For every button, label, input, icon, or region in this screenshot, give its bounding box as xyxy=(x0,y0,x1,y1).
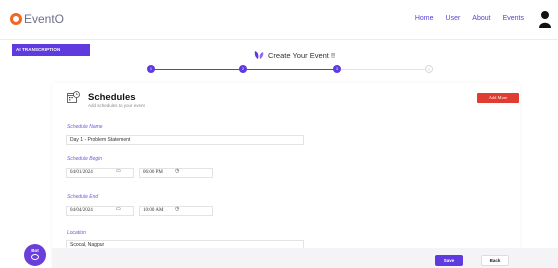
event-logo-icon xyxy=(254,51,264,59)
location-label: Location xyxy=(67,230,86,236)
step-2-dot: 2 xyxy=(239,65,247,73)
app-logo[interactable]: EventO xyxy=(10,12,64,26)
schedule-name-input[interactable]: Day 1 - Problem Statement xyxy=(66,135,304,145)
schedule-end-date-input[interactable]: 04/04/2024 xyxy=(66,206,134,216)
schedule-end-label: Schedule End xyxy=(67,194,99,200)
nav-link-events[interactable]: Events xyxy=(503,15,524,22)
schedule-icon xyxy=(67,91,80,103)
schedule-name-label: Schedule Name xyxy=(67,124,103,130)
step-3-dot: 3 xyxy=(333,65,341,73)
schedule-begin-label: Schedule Begin xyxy=(67,156,103,162)
save-button[interactable]: Save xyxy=(435,255,463,266)
clock-icon[interactable]: ◷ xyxy=(175,168,179,174)
top-navbar: EventO Home User About Events xyxy=(0,0,558,40)
wizard-title: Create Your Event !! xyxy=(254,50,335,60)
step-4-dot: 4 xyxy=(425,65,433,73)
logo-ring-icon xyxy=(10,13,22,25)
step-1-dot: 1 xyxy=(147,65,155,73)
nav-links: Home User About Events xyxy=(403,15,524,22)
ai-transcription-tab[interactable]: AI TRANSCRIPTION xyxy=(12,44,90,56)
schedule-begin-date-input[interactable]: 04/01/2024 xyxy=(66,168,134,178)
clock-icon[interactable]: ◷ xyxy=(175,206,179,212)
location-input[interactable]: Scocal, Nagpur xyxy=(66,240,304,248)
chatbot-label: Bot xyxy=(31,248,39,253)
nav-link-user[interactable]: User xyxy=(446,15,461,22)
section-title: Schedules xyxy=(88,92,136,103)
section-subtitle: Add schedules to your event xyxy=(88,103,145,108)
back-button[interactable]: Back xyxy=(481,255,509,266)
stepper-line-pending xyxy=(339,69,429,70)
user-icon[interactable] xyxy=(538,10,552,28)
add-more-button[interactable]: Add More xyxy=(477,93,519,103)
nav-link-about[interactable]: About xyxy=(472,15,490,22)
progress-stepper: 1 2 3 4 xyxy=(147,64,433,74)
logo-text: EventO xyxy=(24,12,65,26)
wizard-title-text: Create Your Event !! xyxy=(268,50,336,60)
calendar-icon[interactable]: ▭ xyxy=(116,206,121,212)
chatbot-button[interactable]: Bot xyxy=(24,244,46,266)
nav-link-home[interactable]: Home xyxy=(415,15,434,22)
bot-icon xyxy=(31,254,39,260)
calendar-icon[interactable]: ▭ xyxy=(116,168,121,174)
